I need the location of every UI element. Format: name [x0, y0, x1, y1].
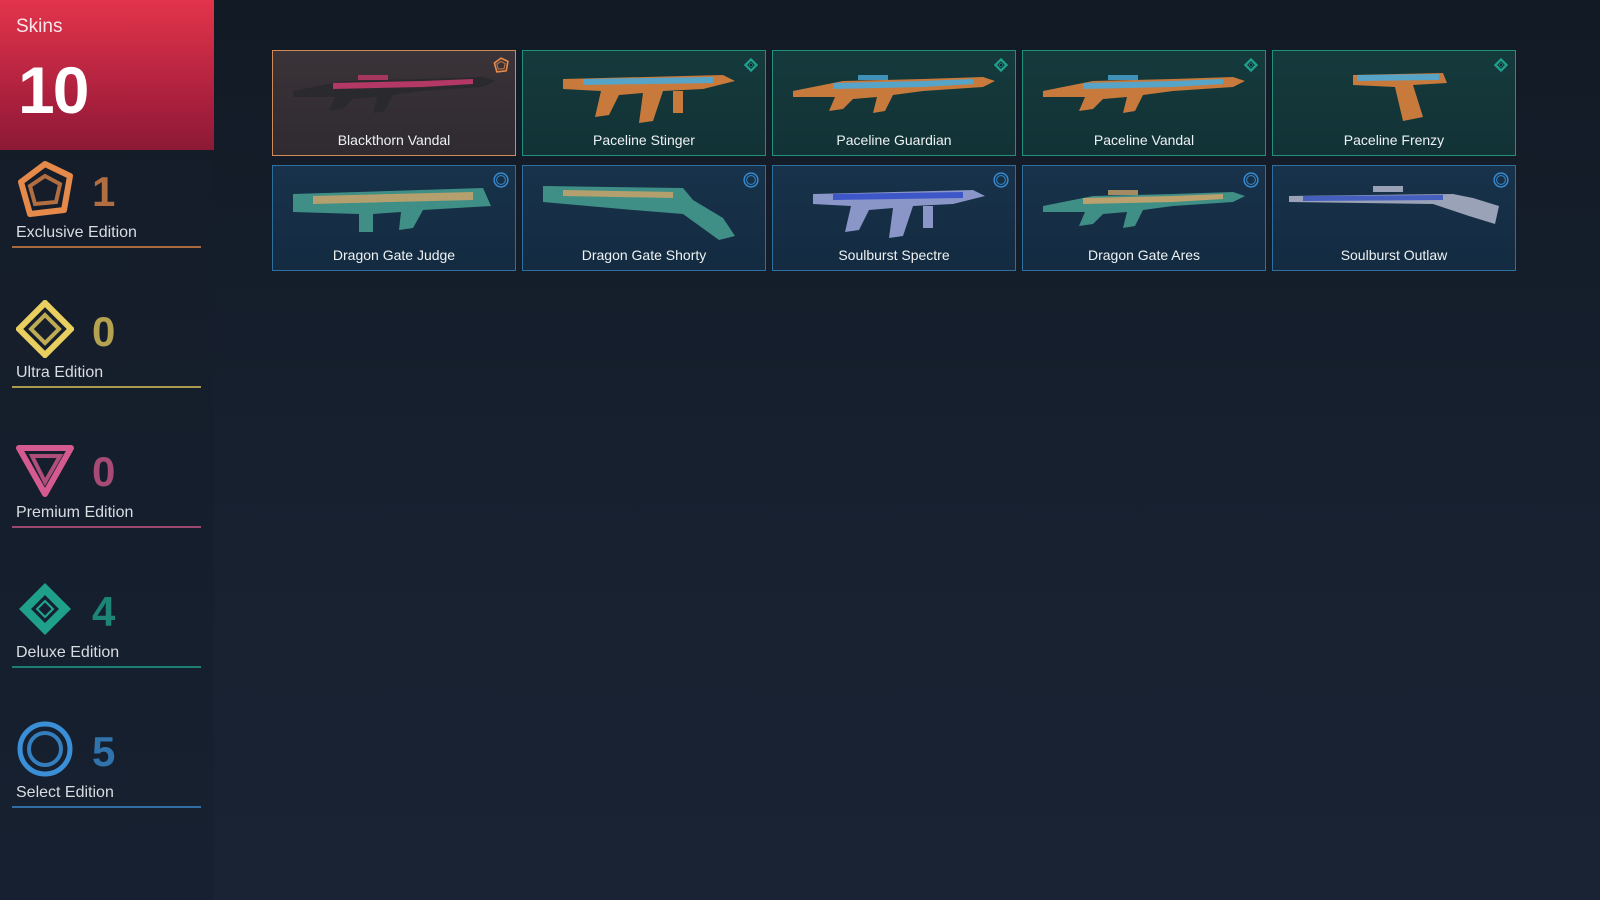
- tier-name: Exclusive Edition: [16, 224, 137, 241]
- skin-card[interactable]: Dragon Gate Shorty: [522, 165, 766, 271]
- tier-count: 1: [92, 168, 116, 215]
- deluxe-edition-icon: [1243, 57, 1259, 73]
- skin-name: Dragon Gate Judge: [332, 247, 456, 263]
- tier-count: 0: [92, 448, 116, 495]
- tier-divider: [12, 246, 201, 248]
- skin-card[interactable]: Paceline Vandal: [1022, 50, 1266, 156]
- exclusive-edition-icon: [16, 160, 74, 218]
- tier-divider: [12, 526, 201, 528]
- skin-card[interactable]: Paceline Guardian: [772, 50, 1016, 156]
- select-edition-icon: [993, 172, 1009, 188]
- weapon-image: [773, 166, 1015, 246]
- tier-divider: [12, 386, 201, 388]
- skin-card[interactable]: Soulburst Spectre: [772, 165, 1016, 271]
- weapon-image: [273, 166, 515, 246]
- tier-exclusive[interactable]: 1 Exclusive Edition: [12, 160, 201, 252]
- skin-name: Paceline Guardian: [836, 132, 952, 148]
- tier-divider: [12, 666, 201, 668]
- exclusive-edition-icon: [493, 57, 509, 73]
- weapon-image: [1023, 51, 1265, 131]
- select-edition-icon: [16, 720, 74, 778]
- weapon-image: [523, 51, 765, 131]
- deluxe-edition-icon: [743, 57, 759, 73]
- deluxe-edition-icon: [1493, 57, 1509, 73]
- total-skins-count: 10: [18, 53, 89, 127]
- skin-name: Dragon Gate Shorty: [581, 247, 707, 263]
- skin-card[interactable]: Dragon Gate Judge: [272, 165, 516, 271]
- select-edition-icon: [1493, 172, 1509, 188]
- weapon-image: [773, 51, 1015, 131]
- tier-ultra[interactable]: 0 Ultra Edition: [12, 298, 201, 392]
- weapon-image: [1273, 166, 1515, 246]
- weapon-image: [1273, 51, 1515, 131]
- select-edition-icon: [1243, 172, 1259, 188]
- tier-name: Deluxe Edition: [16, 644, 120, 661]
- ultra-edition-icon: [14, 298, 76, 360]
- tier-deluxe[interactable]: 4 Deluxe Edition: [12, 580, 201, 672]
- tier-select[interactable]: 5 Select Edition: [12, 720, 201, 812]
- tier-count: 4: [92, 588, 116, 635]
- weapon-image: [1023, 166, 1265, 246]
- skin-name: Dragon Gate Ares: [1087, 247, 1201, 263]
- skin-name: Paceline Stinger: [593, 132, 695, 148]
- premium-edition-icon: [16, 440, 74, 498]
- edition-sidebar: Skins 10 1 Exclusive Edition 0 Ultra Editi…: [0, 0, 214, 900]
- tier-name: Ultra Edition: [16, 364, 104, 381]
- skin-name: Soulburst Spectre: [838, 247, 950, 263]
- skin-card[interactable]: Paceline Frenzy: [1272, 50, 1516, 156]
- total-skins-label: Skins: [16, 16, 63, 37]
- deluxe-edition-icon: [16, 580, 74, 638]
- skin-name: Paceline Vandal: [1093, 132, 1195, 148]
- tier-name: Select Edition: [16, 784, 114, 801]
- skin-card[interactable]: Dragon Gate Ares: [1022, 165, 1266, 271]
- skin-card[interactable]: Paceline Stinger: [522, 50, 766, 156]
- tier-count: 0: [92, 308, 116, 355]
- tier-premium[interactable]: 0 Premium Edition: [12, 440, 201, 532]
- tier-name: Premium Edition: [16, 504, 134, 521]
- skin-name: Paceline Frenzy: [1343, 132, 1445, 148]
- skin-card[interactable]: Soulburst Outlaw: [1272, 165, 1516, 271]
- select-edition-icon: [743, 172, 759, 188]
- skin-name: Soulburst Outlaw: [1340, 247, 1448, 263]
- tier-count: 5: [92, 728, 116, 775]
- skin-name: Blackthorn Vandal: [337, 132, 451, 148]
- weapon-image: [523, 166, 765, 246]
- total-skins-panel: Skins 10: [0, 0, 214, 150]
- deluxe-edition-icon: [993, 57, 1009, 73]
- weapon-image: [273, 51, 515, 131]
- tier-divider: [12, 806, 201, 808]
- select-edition-icon: [493, 172, 509, 188]
- skin-card[interactable]: Blackthorn Vandal: [272, 50, 516, 156]
